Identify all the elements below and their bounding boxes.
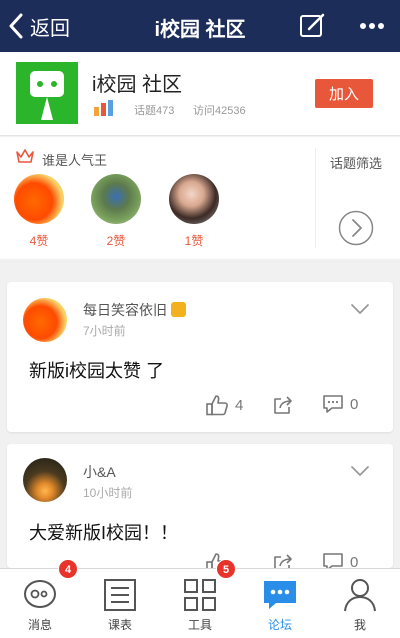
topics-count: 话题473 xyxy=(134,105,175,117)
post-card[interactable]: 每日笑容依旧 7小时前 新版i校园太赞 了 4 0 xyxy=(7,282,393,432)
comment-count: 0 xyxy=(350,395,359,413)
divider xyxy=(315,148,316,248)
popular-title: 谁是人气王 xyxy=(42,153,108,168)
avatar xyxy=(169,174,219,224)
back-button[interactable]: 返回 xyxy=(8,10,70,42)
level-bars-icon xyxy=(94,100,113,116)
post-text: 新版i校园太赞 了 xyxy=(29,361,164,381)
tab-profile[interactable]: 我 xyxy=(320,569,400,638)
chevron-down-icon[interactable] xyxy=(350,302,370,316)
tab-label: 论坛 xyxy=(267,618,292,632)
tab-messages[interactable]: 消息 xyxy=(0,569,80,638)
community-name: i校园 社区 xyxy=(92,74,182,96)
post-card[interactable]: 小&A 10小时前 大爱新版I校园！！ 0 xyxy=(7,444,393,574)
post-author-name: 每日笑容依旧 xyxy=(83,302,167,318)
like-button[interactable]: 4 xyxy=(205,394,243,416)
tab-label: 课表 xyxy=(107,618,132,632)
post-text: 大爱新版I校园！！ xyxy=(29,523,179,543)
tab-schedule[interactable]: 课表 xyxy=(80,569,160,638)
forum-icon xyxy=(264,581,296,609)
like-count: 4 xyxy=(235,396,244,414)
topic-filter-label: 话题筛选 xyxy=(330,156,383,171)
chevron-left-icon xyxy=(9,13,23,39)
visits-count: 访问42536 xyxy=(193,105,246,117)
tab-label: 我 xyxy=(353,618,366,632)
popular-user-likes: 4赞 xyxy=(29,234,49,248)
avatar xyxy=(91,174,141,224)
crown-icon xyxy=(16,149,34,163)
community-logo-icon xyxy=(30,71,64,120)
chevron-right-circle-icon[interactable] xyxy=(338,210,374,246)
tools-icon xyxy=(184,579,216,611)
profile-icon xyxy=(344,579,376,612)
chevron-down-icon[interactable] xyxy=(350,464,370,478)
popular-user[interactable]: 2赞 xyxy=(86,174,146,249)
popular-user-likes: 2赞 xyxy=(106,234,126,248)
popular-user[interactable]: 1赞 xyxy=(164,174,224,249)
tab-label: 消息 xyxy=(27,618,52,632)
top-nav-bar: 返回 i校园 社区 xyxy=(0,0,400,52)
popular-user[interactable]: 4赞 xyxy=(9,174,69,249)
comment-button[interactable]: 0 xyxy=(322,394,358,414)
message-icon xyxy=(24,580,56,608)
popular-user-likes: 1赞 xyxy=(184,234,204,248)
avatar xyxy=(23,298,67,342)
tab-forum[interactable]: 论坛 xyxy=(240,569,320,638)
community-header: i校园 社区 话题473 访问42536 加入 xyxy=(0,52,400,136)
community-logo xyxy=(16,62,78,124)
more-icon[interactable] xyxy=(355,12,389,40)
avatar xyxy=(23,458,67,502)
post-time: 7小时前 xyxy=(83,324,126,338)
join-button[interactable]: 加入 xyxy=(315,79,373,108)
schedule-icon xyxy=(104,579,136,611)
tab-tools[interactable]: 工具 xyxy=(160,569,240,638)
back-label: 返回 xyxy=(30,17,70,40)
compose-icon[interactable] xyxy=(298,12,326,40)
avatar xyxy=(14,174,64,224)
post-author-name: 小&A xyxy=(83,464,116,480)
unread-badge: 5 xyxy=(216,559,236,579)
comment-icon xyxy=(323,395,343,413)
unread-badge: 4 xyxy=(58,559,78,579)
vip-badge-icon xyxy=(171,302,186,317)
post-author: 每日笑容依旧 xyxy=(83,300,186,320)
thumbs-up-icon xyxy=(206,395,228,416)
bottom-tab-bar: 消息 课表 工具 论坛 我 4 5 xyxy=(0,559,400,638)
tab-label: 工具 xyxy=(187,618,212,632)
share-icon[interactable] xyxy=(272,395,294,415)
post-time: 10小时前 xyxy=(83,486,133,500)
